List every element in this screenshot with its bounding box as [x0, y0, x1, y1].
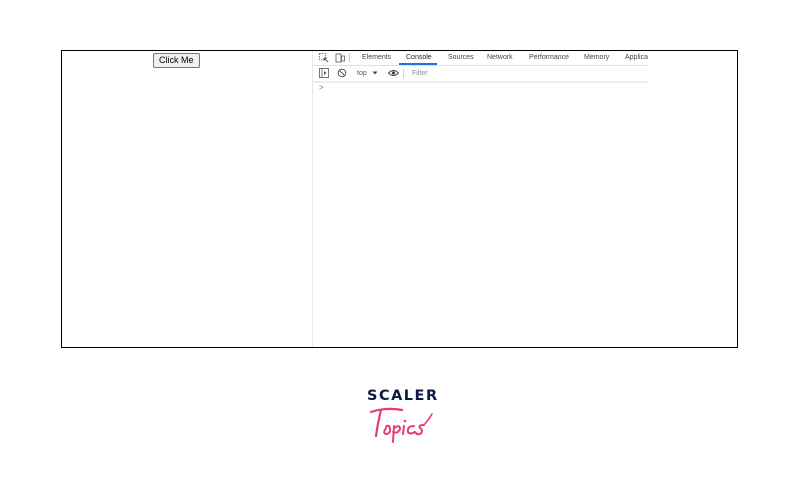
devtools-tab-bar: Elements Console Sources Network Perform… [313, 51, 648, 66]
console-output[interactable]: > [313, 83, 737, 347]
page-viewport: Click Me [62, 51, 312, 347]
console-toolbar: top Filter [313, 66, 648, 83]
scaler-topics-logo: SCALER [366, 388, 438, 448]
tab-application[interactable]: Applica [625, 53, 648, 62]
tab-sources[interactable]: Sources [448, 53, 474, 62]
device-toolbar-icon[interactable] [335, 53, 345, 65]
chevron-down-icon [371, 69, 379, 79]
filter-input[interactable]: Filter [412, 69, 428, 78]
active-tab-indicator [399, 63, 437, 65]
devtools-panel: Elements Console Sources Network Perform… [312, 51, 737, 347]
clear-console-icon[interactable] [337, 68, 347, 80]
click-me-button[interactable]: Click Me [153, 53, 200, 68]
logo-text-scaler: SCALER [367, 388, 439, 404]
inspect-element-icon[interactable] [319, 53, 329, 65]
tab-elements[interactable]: Elements [362, 53, 391, 62]
console-prompt[interactable]: > [319, 83, 324, 93]
tab-separator [349, 53, 350, 62]
context-selector[interactable]: top [357, 69, 367, 78]
browser-window: Click Me Elements Console Sources Networ… [61, 50, 738, 348]
logo-script-topics [369, 407, 433, 443]
tab-performance[interactable]: Performance [529, 53, 569, 62]
toolbar-separator [403, 69, 404, 78]
sidebar-toggle-icon[interactable] [319, 68, 329, 80]
tab-console[interactable]: Console [406, 53, 432, 62]
tab-memory[interactable]: Memory [584, 53, 609, 62]
tab-network[interactable]: Network [487, 53, 513, 62]
live-expression-icon[interactable] [387, 68, 400, 80]
